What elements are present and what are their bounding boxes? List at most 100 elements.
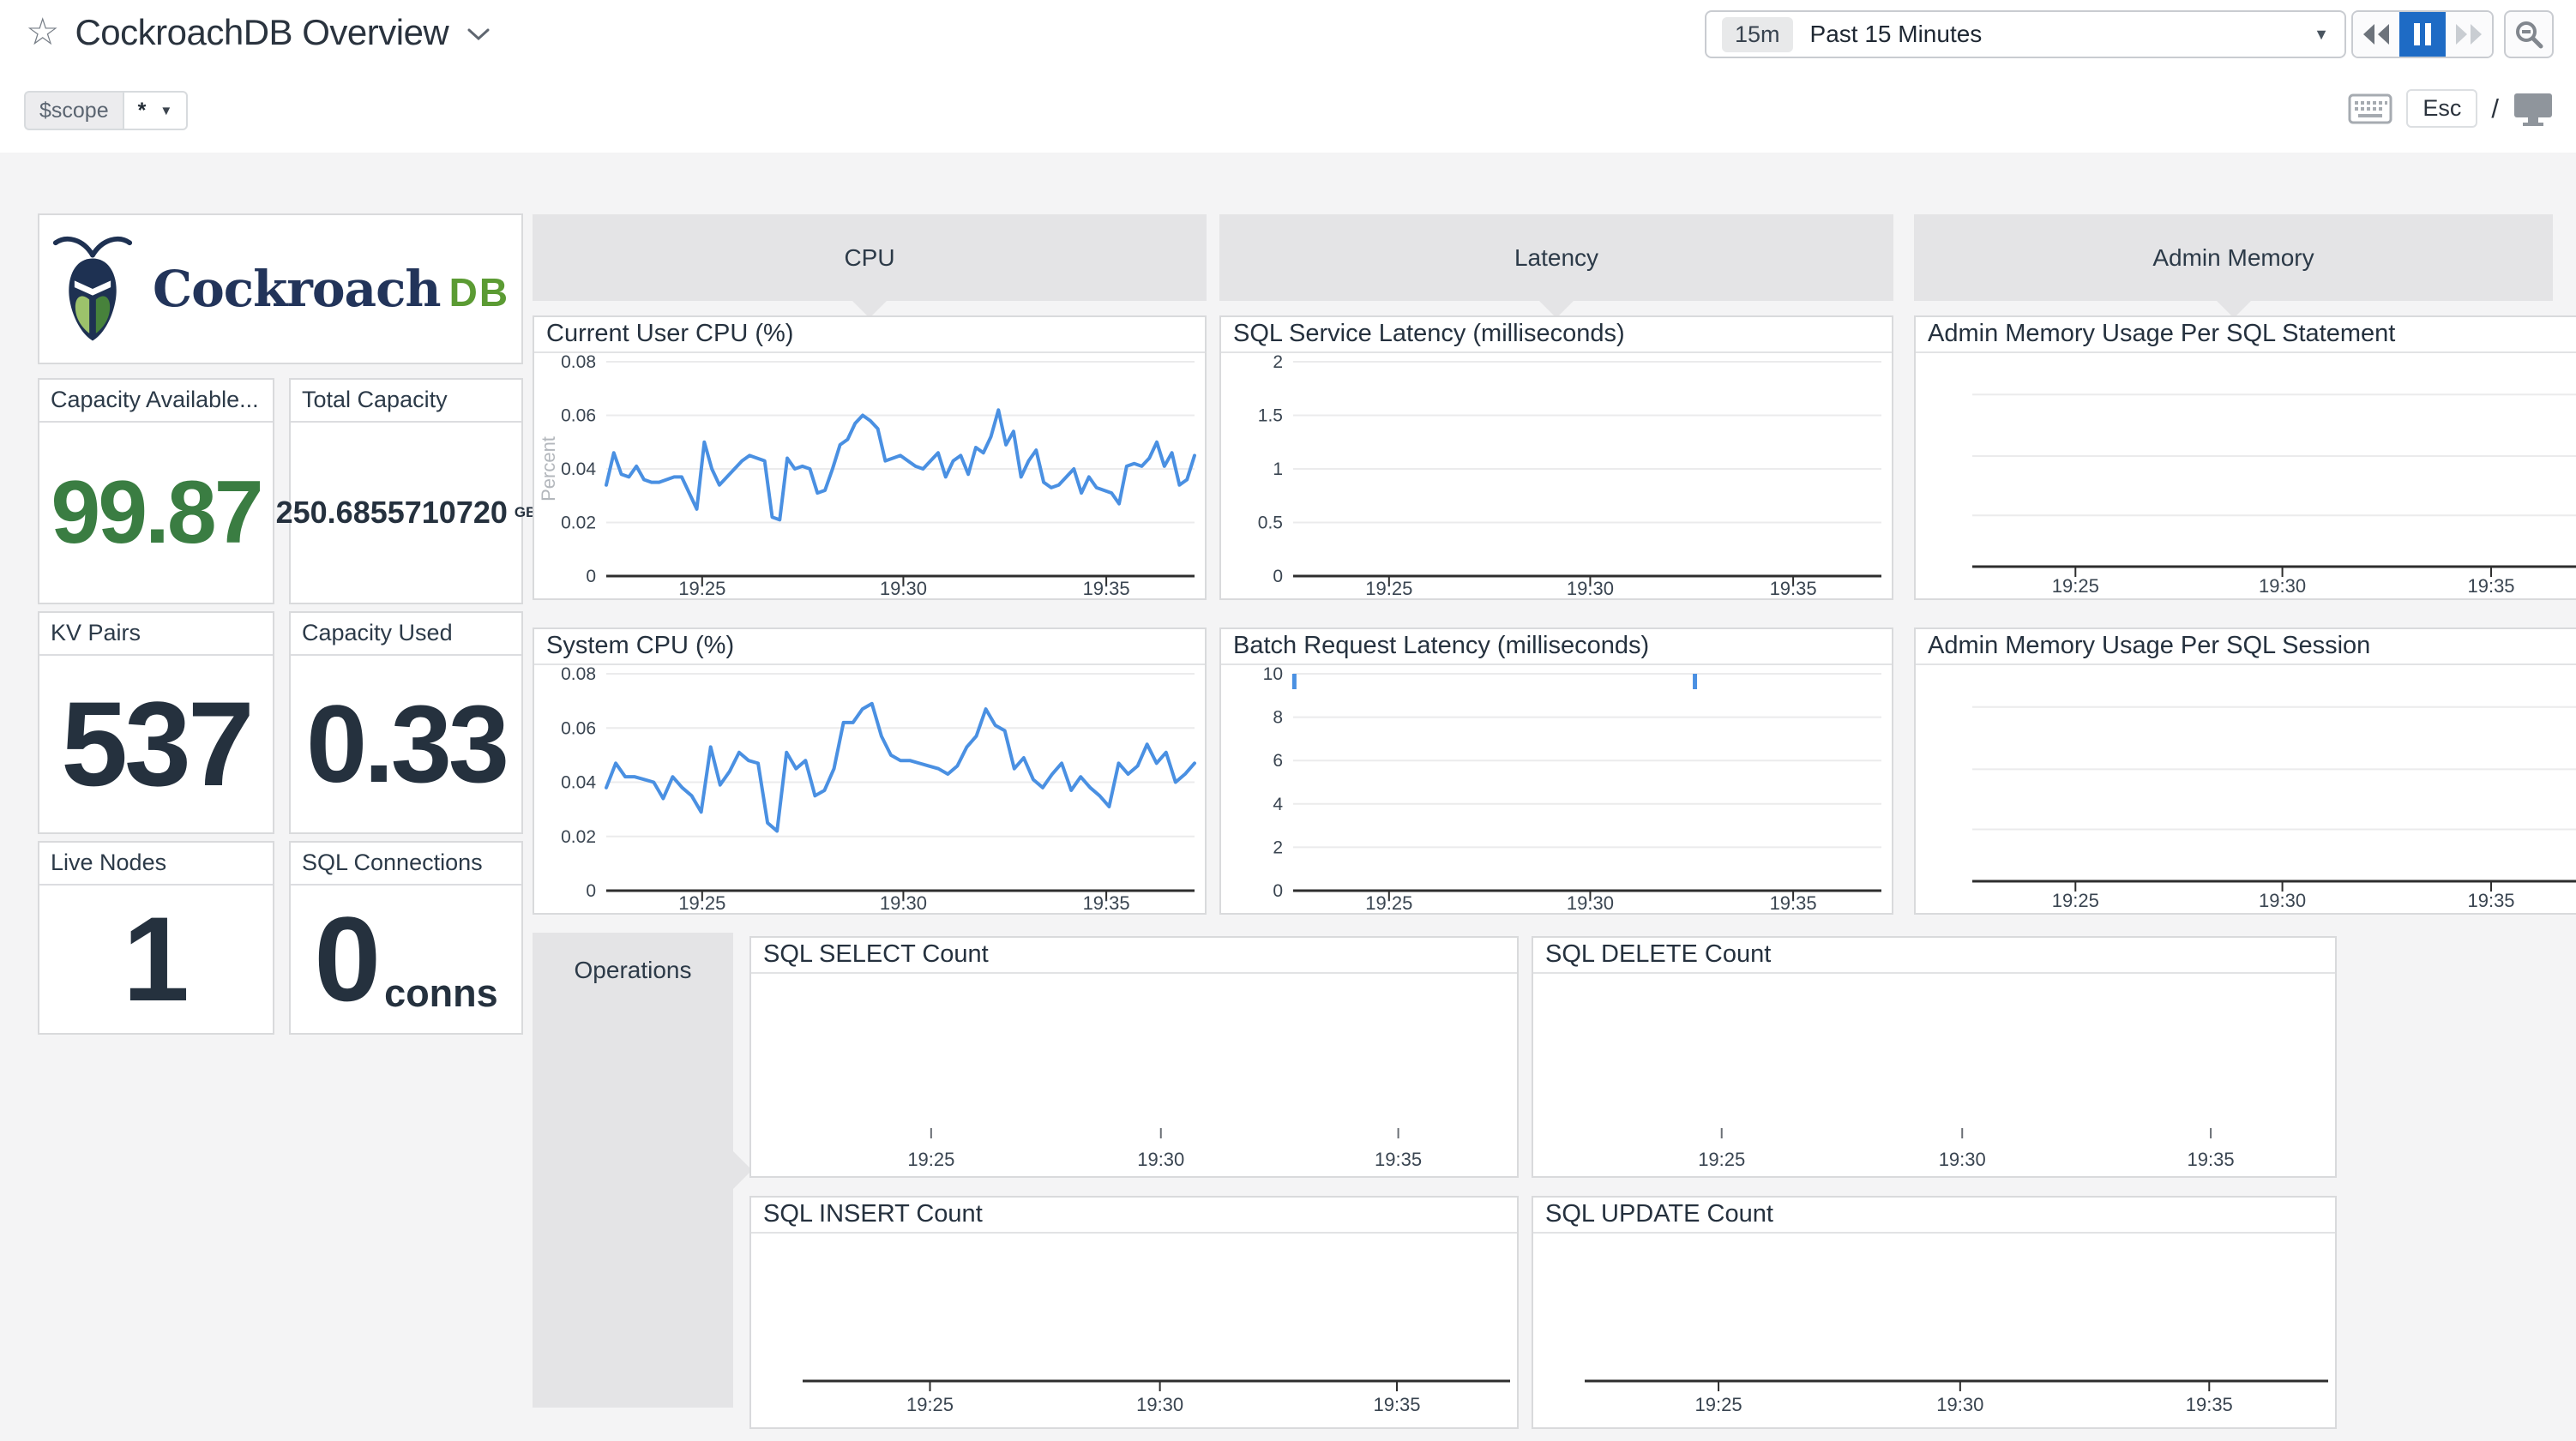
- stat-title: Capacity Available...: [39, 380, 273, 423]
- playback-controls: [2351, 10, 2494, 58]
- svg-text:19:25: 19:25: [678, 578, 725, 598]
- svg-text:19:25: 19:25: [2052, 890, 2099, 911]
- stat-panel-live-nodes: Live Nodes 1: [38, 841, 274, 1035]
- svg-text:19:35: 19:35: [1083, 578, 1130, 598]
- chart-plot-sql-insert-count[interactable]: 19:2519:3019:35: [751, 1234, 1517, 1427]
- svg-text:0: 0: [1273, 567, 1283, 586]
- stat-panel-total-capacity: Total Capacity 250.6855710720 GB: [289, 378, 523, 604]
- chart-title: SQL DELETE Count: [1533, 938, 2335, 974]
- chart-title: Batch Request Latency (milliseconds): [1221, 629, 1892, 665]
- svg-text:4: 4: [1273, 795, 1283, 814]
- section-header-cpu[interactable]: CPU: [533, 214, 1207, 301]
- svg-text:2: 2: [1273, 838, 1283, 857]
- svg-text:19:30: 19:30: [1936, 1394, 1983, 1415]
- chart-plot-sql-service-latency[interactable]: 00.511.5219:2519:3019:35: [1221, 353, 1892, 598]
- svg-text:19:25: 19:25: [1695, 1394, 1742, 1415]
- stat-panel-capacity-available: Capacity Available... 99.87: [38, 378, 274, 604]
- svg-text:6: 6: [1273, 751, 1283, 771]
- svg-text:19:25: 19:25: [678, 892, 725, 913]
- svg-text:19:30: 19:30: [1137, 1149, 1184, 1170]
- chart-plot-sql-update-count[interactable]: 19:25 19:30 19:35: [1533, 1234, 2335, 1427]
- svg-text:19:35: 19:35: [1770, 578, 1817, 598]
- scope-value-dropdown[interactable]: * ▼: [123, 91, 189, 130]
- zoom-out-icon: [2514, 20, 2543, 49]
- stat-value-kv-pairs: 537: [61, 675, 251, 814]
- chart-panel-system-cpu: System CPU (%) 00.020.040.060.0819:2519:…: [533, 627, 1207, 915]
- svg-text:0: 0: [586, 567, 596, 586]
- section-header-latency[interactable]: Latency: [1219, 214, 1893, 301]
- section-header-operations[interactable]: Operations: [533, 933, 733, 1408]
- svg-text:0.04: 0.04: [561, 459, 596, 479]
- chart-plot-sql-delete-count[interactable]: 19:2519:3019:35: [1533, 974, 2335, 1176]
- chart-panel-admin-memory-session: Admin Memory Usage Per SQL Session 19:25…: [1914, 627, 2576, 915]
- svg-text:19:35: 19:35: [2188, 1149, 2235, 1170]
- chart-title: Admin Memory Usage Per SQL Statement: [1916, 317, 2576, 353]
- time-range-badge: 15m: [1722, 17, 1793, 52]
- svg-text:19:30: 19:30: [1567, 578, 1614, 598]
- section-label-cpu: CPU: [844, 244, 894, 272]
- svg-text:19:25: 19:25: [1365, 892, 1412, 913]
- chart-title: Current User CPU (%): [534, 317, 1205, 353]
- scope-selector: $scope * ▼: [24, 91, 188, 130]
- chart-plot-batch-request-latency[interactable]: 024681019:2519:3019:35: [1221, 665, 1892, 913]
- svg-text:19:35: 19:35: [1373, 1394, 1420, 1415]
- chart-panel-batch-request-latency: Batch Request Latency (milliseconds) 0 2 4…: [1219, 627, 1893, 915]
- svg-text:0.02: 0.02: [561, 513, 596, 533]
- svg-text:8: 8: [1273, 708, 1283, 728]
- favorite-star-icon[interactable]: ☆: [26, 14, 59, 51]
- svg-text:19:35: 19:35: [2186, 1394, 2233, 1415]
- chart-plot-current-user-cpu[interactable]: 0 0.02 0.04 0.06 0.08 19:25 19:30 19:35 Percent: [534, 353, 1205, 598]
- svg-text:19:30: 19:30: [2259, 575, 2306, 597]
- svg-text:Percent: Percent: [538, 436, 559, 501]
- svg-text:0.04: 0.04: [561, 773, 596, 793]
- chart-title: SQL UPDATE Count: [1533, 1198, 2335, 1234]
- chart-plot-admin-memory-session[interactable]: 19:25 19:30 19:35: [1916, 665, 2576, 913]
- svg-text:1.5: 1.5: [1258, 406, 1283, 426]
- fast-forward-button[interactable]: [2446, 12, 2492, 57]
- section-header-admin-memory[interactable]: Admin Memory: [1914, 214, 2553, 301]
- time-range-selector[interactable]: 15m Past 15 Minutes ▼: [1705, 10, 2346, 58]
- tv-mode-shortcuts: Esc /: [2348, 89, 2554, 128]
- stat-value-capacity-used: 0.33: [306, 681, 506, 808]
- svg-text:19:35: 19:35: [2467, 890, 2514, 911]
- chart-panel-sql-delete-count: SQL DELETE Count 19:2519:3019:35: [1532, 936, 2337, 1178]
- top-bar: ☆ CockroachDB Overview 15m Past 15 Minut…: [0, 0, 2576, 153]
- section-label-latency: Latency: [1514, 244, 1598, 272]
- chart-title: Admin Memory Usage Per SQL Session: [1916, 629, 2576, 665]
- svg-text:0.08: 0.08: [561, 353, 596, 372]
- tv-mode-monitor-icon[interactable]: [2513, 92, 2554, 126]
- rewind-icon: [2362, 22, 2391, 46]
- svg-text:19:30: 19:30: [880, 892, 927, 913]
- chart-plot-admin-memory-statement[interactable]: 19:2519:3019:35: [1916, 353, 2576, 598]
- esc-key-badge: Esc: [2406, 89, 2477, 128]
- zoom-out-button[interactable]: [2504, 10, 2554, 58]
- keyboard-icon: [2348, 93, 2392, 124]
- pause-button[interactable]: [2399, 12, 2446, 57]
- chart-plot-system-cpu[interactable]: 00.020.040.060.0819:2519:3019:35: [534, 665, 1205, 913]
- chart-title: System CPU (%): [534, 629, 1205, 665]
- svg-text:19:30: 19:30: [880, 578, 927, 598]
- svg-text:0.06: 0.06: [561, 406, 596, 426]
- svg-text:19:25: 19:25: [1365, 578, 1412, 598]
- chart-panel-sql-insert-count: SQL INSERT Count 19:2519:3019:35: [749, 1196, 1519, 1429]
- title-chevron-down-icon[interactable]: [467, 27, 490, 45]
- scope-label: $scope: [24, 91, 123, 130]
- svg-text:19:35: 19:35: [1083, 892, 1130, 913]
- svg-text:0: 0: [586, 881, 596, 901]
- svg-text:19:35: 19:35: [1375, 1149, 1422, 1170]
- svg-text:19:30: 19:30: [1567, 892, 1614, 913]
- stat-value-total-capacity: 250.6855710720: [276, 495, 508, 531]
- scope-value: *: [138, 99, 147, 123]
- svg-text:0.06: 0.06: [561, 718, 596, 738]
- chart-title: SQL INSERT Count: [751, 1198, 1517, 1234]
- chart-plot-sql-select-count[interactable]: 19:2519:3019:35: [751, 974, 1517, 1176]
- rewind-button[interactable]: [2353, 12, 2399, 57]
- shortcut-separator: /: [2491, 93, 2499, 124]
- svg-text:0: 0: [1273, 881, 1283, 901]
- stat-value-capacity-available: 99.87: [51, 462, 261, 564]
- svg-text:2: 2: [1273, 353, 1283, 372]
- stat-value-sql-connections: 0: [314, 890, 381, 1029]
- svg-text:19:30: 19:30: [2259, 890, 2306, 911]
- chart-title: SQL SELECT Count: [751, 938, 1517, 974]
- svg-text:0.5: 0.5: [1258, 513, 1283, 533]
